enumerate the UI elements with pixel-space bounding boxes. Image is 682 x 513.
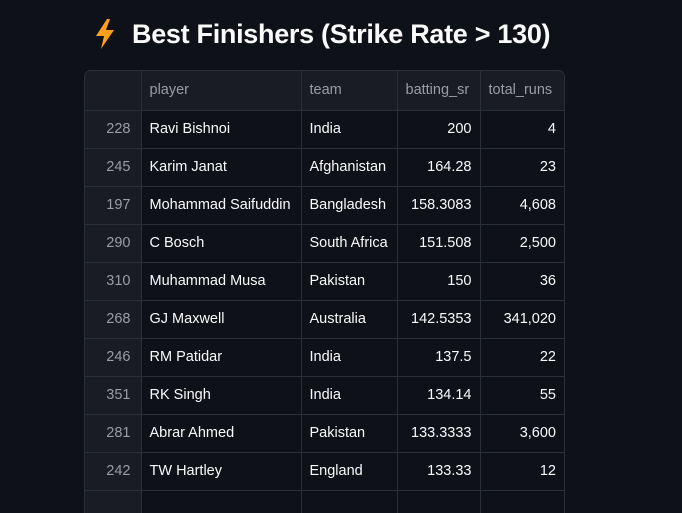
cell-batting-sr[interactable]: 150: [397, 262, 481, 301]
cell-total-runs[interactable]: 4: [480, 110, 564, 149]
row-index: 228: [85, 110, 142, 149]
cell-player[interactable]: Mohammad Saifuddin: [141, 186, 302, 225]
cell-total-runs[interactable]: [480, 490, 564, 513]
table-row[interactable]: 281 Abrar Ahmed Pakistan 133.3333 3,600: [85, 414, 564, 453]
cell-team[interactable]: Afghanistan: [301, 148, 398, 187]
cell-player[interactable]: RM Patidar: [141, 338, 302, 377]
lightning-bolt-icon: [96, 19, 114, 49]
cell-batting-sr[interactable]: 151.508: [397, 224, 481, 263]
cell-total-runs[interactable]: 12: [480, 452, 564, 491]
cell-batting-sr[interactable]: 134.14: [397, 376, 481, 415]
cell-team[interactable]: England: [301, 452, 398, 491]
cell-total-runs[interactable]: 2,500: [480, 224, 564, 263]
row-index: 310: [85, 262, 142, 301]
row-index: [85, 490, 142, 513]
cell-team[interactable]: Pakistan: [301, 262, 398, 301]
cell-total-runs[interactable]: 3,600: [480, 414, 564, 453]
dataframe-table[interactable]: player team batting_sr total_runs 228 Ra…: [84, 70, 565, 513]
cell-team[interactable]: [301, 490, 398, 513]
cell-player[interactable]: Ravi Bishnoi: [141, 110, 302, 149]
column-header-total-runs[interactable]: total_runs: [480, 71, 564, 111]
table-row[interactable]: 228 Ravi Bishnoi India 200 4: [85, 110, 564, 149]
row-index: 246: [85, 338, 142, 377]
table-row[interactable]: 310 Muhammad Musa Pakistan 150 36: [85, 262, 564, 301]
cell-batting-sr[interactable]: 133.3333: [397, 414, 481, 453]
row-index: 351: [85, 376, 142, 415]
cell-player[interactable]: TW Hartley: [141, 452, 302, 491]
column-header-player[interactable]: player: [141, 71, 302, 111]
cell-total-runs[interactable]: 341,020: [480, 300, 564, 339]
row-index: 268: [85, 300, 142, 339]
page-title: Best Finishers (Strike Rate > 130): [132, 18, 551, 49]
table-row-cutoff[interactable]: [85, 490, 564, 513]
cell-player[interactable]: [141, 490, 302, 513]
cell-total-runs[interactable]: 55: [480, 376, 564, 415]
cell-batting-sr[interactable]: 137.5: [397, 338, 481, 377]
cell-team[interactable]: South Africa: [301, 224, 398, 263]
cell-batting-sr[interactable]: 142.5353: [397, 300, 481, 339]
cell-team[interactable]: Pakistan: [301, 414, 398, 453]
cell-player[interactable]: Abrar Ahmed: [141, 414, 302, 453]
cell-team[interactable]: Bangladesh: [301, 186, 398, 225]
column-header-batting-sr[interactable]: batting_sr: [397, 71, 481, 111]
cell-player[interactable]: GJ Maxwell: [141, 300, 302, 339]
cell-team[interactable]: India: [301, 338, 398, 377]
cell-team[interactable]: India: [301, 110, 398, 149]
table-row[interactable]: 197 Mohammad Saifuddin Bangladesh 158.30…: [85, 186, 564, 225]
cell-player[interactable]: Muhammad Musa: [141, 262, 302, 301]
title-row: Best Finishers (Strike Rate > 130): [94, 14, 551, 54]
column-header-team[interactable]: team: [301, 71, 398, 111]
table-row[interactable]: 242 TW Hartley England 133.33 12: [85, 452, 564, 491]
row-index: 290: [85, 224, 142, 263]
cell-team[interactable]: Australia: [301, 300, 398, 339]
cell-batting-sr[interactable]: 158.3083: [397, 186, 481, 225]
cell-batting-sr[interactable]: 200: [397, 110, 481, 149]
table-row[interactable]: 246 RM Patidar India 137.5 22: [85, 338, 564, 377]
cell-player[interactable]: Karim Janat: [141, 148, 302, 187]
row-index: 242: [85, 452, 142, 491]
cell-batting-sr[interactable]: 133.33: [397, 452, 481, 491]
table-header-row: player team batting_sr total_runs: [85, 71, 564, 111]
column-header-index: [85, 71, 142, 111]
row-index: 197: [85, 186, 142, 225]
row-index: 245: [85, 148, 142, 187]
cell-batting-sr[interactable]: [397, 490, 481, 513]
table-row[interactable]: 351 RK Singh India 134.14 55: [85, 376, 564, 415]
cell-player[interactable]: RK Singh: [141, 376, 302, 415]
data-table: player team batting_sr total_runs 228 Ra…: [85, 71, 564, 513]
table-row[interactable]: 290 C Bosch South Africa 151.508 2,500: [85, 224, 564, 263]
cell-total-runs[interactable]: 36: [480, 262, 564, 301]
table-row[interactable]: 268 GJ Maxwell Australia 142.5353 341,02…: [85, 300, 564, 339]
cell-team[interactable]: India: [301, 376, 398, 415]
cell-total-runs[interactable]: 4,608: [480, 186, 564, 225]
app-page: Best Finishers (Strike Rate > 130) playe…: [0, 0, 682, 513]
table-row[interactable]: 245 Karim Janat Afghanistan 164.28 23: [85, 148, 564, 187]
cell-player[interactable]: C Bosch: [141, 224, 302, 263]
cell-total-runs[interactable]: 22: [480, 338, 564, 377]
row-index: 281: [85, 414, 142, 453]
cell-batting-sr[interactable]: 164.28: [397, 148, 481, 187]
cell-total-runs[interactable]: 23: [480, 148, 564, 187]
